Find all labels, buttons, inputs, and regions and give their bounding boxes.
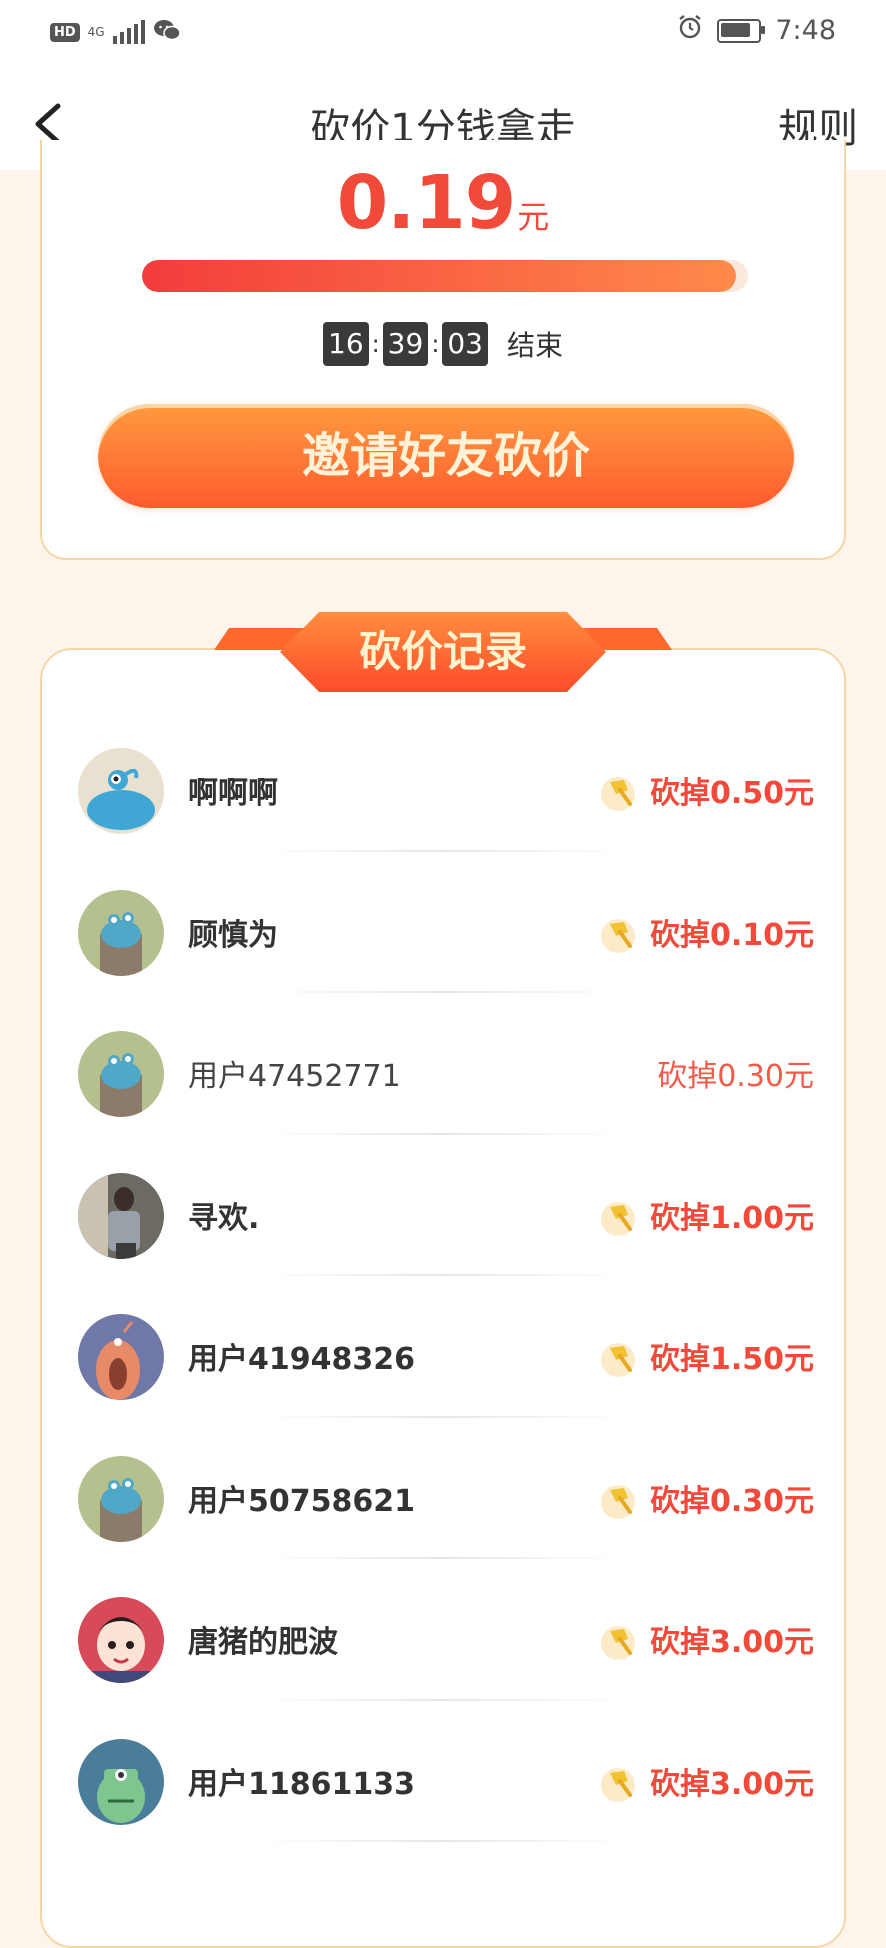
avatar [78,748,164,834]
avatar [78,1738,164,1825]
user-name: 用户47452771 [188,1059,401,1094]
status-bar: HD 4G 7:48 [0,0,886,66]
signal-icon [112,20,145,44]
axe-icon [598,1480,638,1520]
cut-amount: 砍掉0.10元 [649,917,814,953]
user-name: 顾慎为 [188,917,278,953]
axe-icon [598,1197,638,1237]
timer-end-label: 结束 [506,329,563,362]
current-price: 0.19元 [42,160,844,246]
invite-friends-button[interactable]: 邀请好友砍价 [98,404,794,508]
list-item: 啊啊啊 砍掉0.50元 [40,710,846,852]
cut-amount: 砍掉0.30元 [657,1059,814,1094]
records-header: 砍价记录 [214,612,672,696]
cut-amount: 砍掉1.50元 [649,1342,814,1377]
timer-separator: : [431,330,440,358]
user-name: 寻欢. [188,1200,260,1236]
list-item: 顾慎为 砍掉0.10元 [40,852,846,993]
row-divider [260,1840,626,1842]
user-name: 啊啊啊 [188,776,278,811]
alarm-icon [677,14,703,47]
timer-minutes: 39 [382,322,429,366]
records-list: 啊啊啊 砍掉0.50元 顾慎为 砍掉0.10元 用户47452771 砍掉0.30元 寻欢.… [40,710,846,1842]
axe-icon [598,772,638,812]
cut-amount: 砍掉0.30元 [649,1483,814,1519]
timer-separator: : [371,330,380,358]
avatar [78,1314,164,1400]
avatar [78,889,164,976]
list-item: 寻欢. 砍掉1.00元 [40,1135,846,1276]
price-unit: 元 [517,198,550,236]
clock: 7:48 [775,15,836,46]
avatar [78,1031,164,1117]
cut-amount: 砍掉3.00元 [649,1625,814,1660]
bargain-card: 0.19元 16 : 39 : 03 结束 邀请好友砍价 [40,140,846,560]
timer-seconds: 03 [442,322,488,366]
list-item: 用户47452771 砍掉0.30元 [40,993,846,1135]
avatar [78,1172,164,1259]
price-value: 0.19 [336,160,517,246]
countdown-timer: 16 : 39 : 03 结束 [42,322,844,366]
user-name: 用户41948326 [188,1342,415,1377]
network-type: 4G [87,25,105,39]
list-item: 用户50758621 砍掉0.30元 [40,1418,846,1559]
cut-amount: 砍掉1.00元 [649,1200,814,1236]
cut-amount: 砍掉0.50元 [649,776,814,811]
list-item: 用户11861133 砍掉3.00元 [40,1701,846,1842]
cut-amount: 砍掉3.00元 [649,1766,814,1802]
hd-icon: HD [50,22,80,42]
user-name: 唐猪的肥波 [188,1625,338,1660]
list-item: 唐猪的肥波 砍掉3.00元 [40,1559,846,1701]
axe-icon [598,1621,638,1661]
avatar [78,1597,164,1683]
avatar [78,1455,164,1542]
wechat-icon [153,18,181,46]
bargain-progress-bar [142,260,748,292]
battery-icon [717,18,766,43]
axe-icon [598,1338,638,1378]
user-name: 用户11861133 [188,1766,415,1802]
axe-icon [598,1763,638,1803]
timer-hours: 16 [323,322,369,366]
user-name: 用户50758621 [188,1483,415,1519]
list-item: 用户41948326 砍掉1.50元 [40,1276,846,1418]
progress-fill [142,260,736,292]
records-title: 砍价记录 [280,612,606,692]
axe-icon [598,914,638,954]
